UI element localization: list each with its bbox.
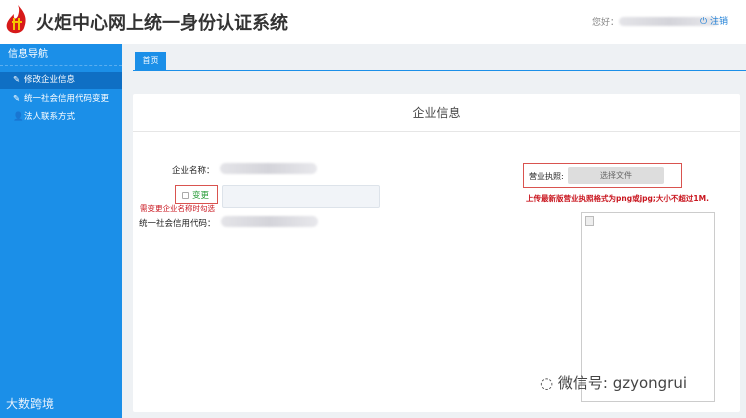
sidebar: 信息导航 ✎ 修改企业信息 ✎ 统一社会信用代码变更 👤法人联系方式 大数跨境 (0, 44, 122, 418)
torch-logo (6, 5, 26, 34)
logout-label: 注销 (710, 17, 729, 27)
license-label: 营业执照: (529, 172, 564, 181)
company-info-card: 企业信息 企业名称： 变更 需变更企业名称时勾选 统一社会信用代码： 营业执照:… (133, 94, 740, 412)
sidebar-item-credit-code[interactable]: ✎ 统一社会信用代码变更 (0, 91, 122, 107)
sidebar-item-label: 修改企业信息 (24, 75, 76, 85)
sidebar-item-edit-company[interactable]: ✎ 修改企业信息 (0, 72, 122, 89)
new-company-name-input[interactable] (222, 185, 380, 208)
change-label: 变更 (192, 191, 210, 201)
credit-code-label: 统一社会信用代码： (139, 219, 216, 229)
broken-image-icon (585, 216, 594, 226)
sidebar-item-label: 统一社会信用代码变更 (24, 94, 110, 104)
checkbox-icon (182, 192, 189, 199)
company-name-label: 企业名称： (172, 166, 215, 176)
choose-file-button[interactable]: 选择文件 (568, 167, 664, 184)
header: 火炬中心网上统一身份认证系统 您好： ⏻ 注销 (0, 0, 746, 44)
change-hint: 需变更企业名称时勾选 (140, 204, 215, 213)
wechat-icon: ◌ (540, 374, 554, 392)
app-title: 火炬中心网上统一身份认证系统 (36, 13, 288, 34)
sidebar-title: 信息导航 (0, 44, 122, 66)
watermark-left: 大数跨境 (6, 397, 55, 411)
edit-icon: ✎ (13, 75, 21, 85)
change-checkbox[interactable]: 变更 (175, 185, 218, 204)
watermark-right: ◌ 微信号: gzyongrui (540, 374, 688, 392)
tab-divider (133, 70, 746, 71)
upload-hint: 上传最新版营业执照格式为png或jpg;大小不超过1M. (526, 194, 709, 203)
credit-code-value (221, 216, 318, 227)
user-icon: 👤 (13, 112, 24, 122)
edit-icon: ✎ (13, 94, 21, 104)
logout-link[interactable]: ⏻ 注销 (700, 14, 728, 27)
sidebar-item-label: 法人联系方式 (24, 112, 76, 122)
card-title: 企业信息 (133, 94, 740, 132)
greeting-label: 您好： (592, 18, 620, 28)
sidebar-item-legal-contact[interactable]: 👤法人联系方式 (0, 109, 122, 125)
license-upload: 营业执照: 选择文件 (523, 163, 682, 188)
power-icon: ⏻ (700, 17, 708, 27)
company-name-value (220, 163, 317, 174)
tab-home[interactable]: 首页 (135, 52, 166, 70)
